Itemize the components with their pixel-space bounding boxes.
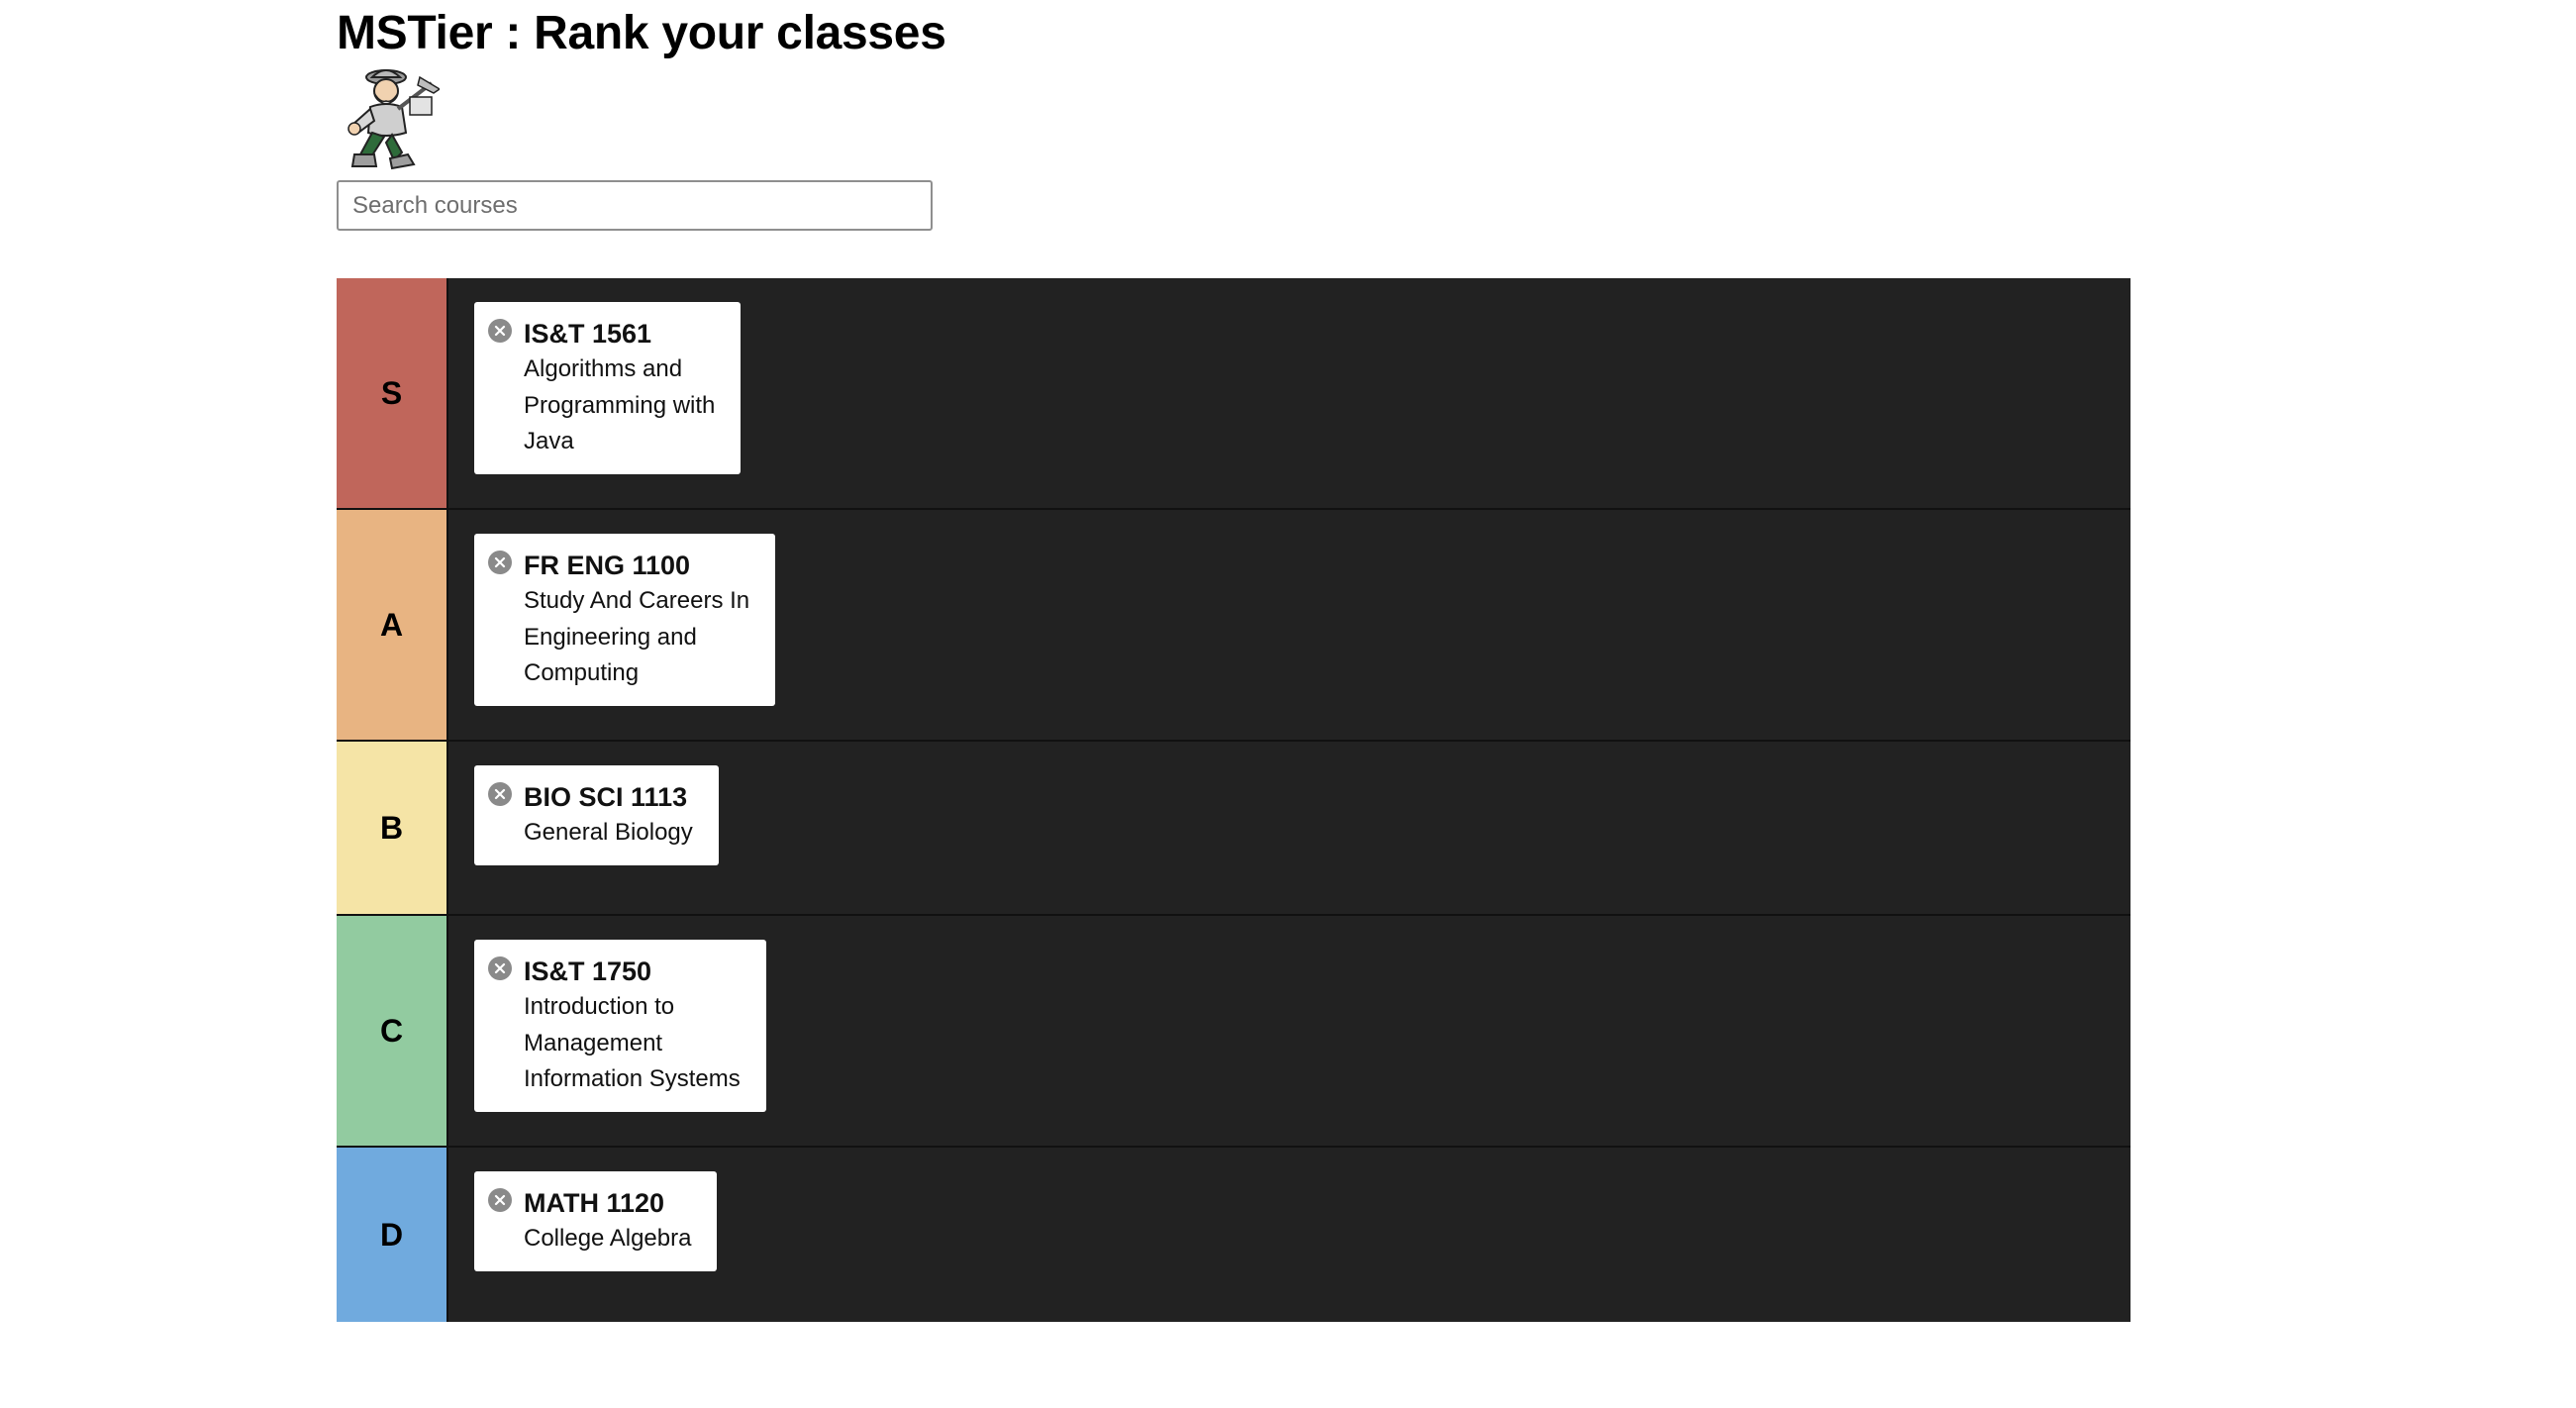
close-circle-icon[interactable] (488, 956, 512, 980)
course-name-line: Computing (524, 659, 640, 686)
tier-row-a: A FR ENG 1100 Study And Careers In Engineer… (337, 510, 2130, 742)
tier-dropzone[interactable]: IS&T 1750 Introduction to Management Inform… (448, 916, 2130, 1146)
course-text: IS&T 1561 Algorithms and Programming with J… (524, 316, 715, 460)
course-card[interactable]: MATH 1120 College Algebra (474, 1171, 718, 1271)
tier-dropzone[interactable]: IS&T 1561 Algorithms and Programming with J… (448, 278, 2130, 508)
close-circle-icon[interactable] (488, 319, 512, 343)
tier-dropzone[interactable]: FR ENG 1100 Study And Careers In Engineeri… (448, 510, 2130, 740)
tier-label: B (337, 742, 448, 914)
course-name-line: General Biology (524, 819, 693, 846)
course-name-line: Study And Careers In (524, 587, 750, 614)
course-name-line: Programming with (524, 391, 716, 419)
course-text: FR ENG 1100 Study And Careers In Engineeri… (524, 548, 749, 692)
page-title: MSTier : Rank your classes (337, 7, 946, 59)
tier-row-d: D MATH 1120 College Algebra (337, 1148, 2130, 1322)
course-name-line: Algorithms and (524, 355, 683, 382)
course-name-line: Management (524, 1029, 663, 1056)
close-circle-icon[interactable] (488, 782, 512, 806)
course-text: BIO SCI 1113 General Biology (524, 779, 693, 852)
course-text: MATH 1120 College Algebra (524, 1185, 691, 1257)
course-code: MATH 1120 (524, 1188, 665, 1218)
tier-dropzone[interactable]: BIO SCI 1113 General Biology (448, 742, 2130, 914)
course-name-line: Introduction to (524, 993, 675, 1020)
close-circle-icon[interactable] (488, 551, 512, 574)
course-card[interactable]: IS&T 1561 Algorithms and Programming with J… (474, 302, 742, 474)
course-name-line: College Algebra (524, 1225, 692, 1252)
course-code: BIO SCI 1113 (524, 782, 688, 812)
course-code: IS&T 1750 (524, 956, 652, 986)
tier-row-b: B BIO SCI 1113 General Biology (337, 742, 2130, 916)
tier-row-c: C IS&T 1750 Introduction to Management Infor… (337, 916, 2130, 1148)
tier-label: S (337, 278, 448, 508)
search-input[interactable] (337, 180, 933, 231)
course-code: IS&T 1561 (524, 319, 652, 349)
tier-label: C (337, 916, 448, 1146)
tier-row-s: S IS&T 1561 Algorithms and Programming with… (337, 278, 2130, 510)
tier-label: A (337, 510, 448, 740)
tier-dropzone[interactable]: MATH 1120 College Algebra (448, 1148, 2130, 1322)
course-name-line: Java (524, 428, 574, 454)
course-name-line: Information Systems (524, 1065, 741, 1092)
app-root: MSTier : Rank your classes S IS&T 1561 Alg… (337, 0, 2130, 1322)
tier-label: D (337, 1148, 448, 1322)
course-text: IS&T 1750 Introduction to Management Inform… (524, 954, 741, 1098)
miner-mascot-logo (347, 69, 440, 170)
tier-board: S IS&T 1561 Algorithms and Programming with… (337, 278, 2130, 1322)
course-card[interactable]: FR ENG 1100 Study And Careers In Engineeri… (474, 534, 776, 706)
course-name-line: Engineering and (524, 623, 697, 651)
course-code: FR ENG 1100 (524, 551, 691, 580)
course-card[interactable]: BIO SCI 1113 General Biology (474, 765, 719, 865)
close-circle-icon[interactable] (488, 1188, 512, 1212)
course-card[interactable]: IS&T 1750 Introduction to Management Inform… (474, 940, 766, 1112)
